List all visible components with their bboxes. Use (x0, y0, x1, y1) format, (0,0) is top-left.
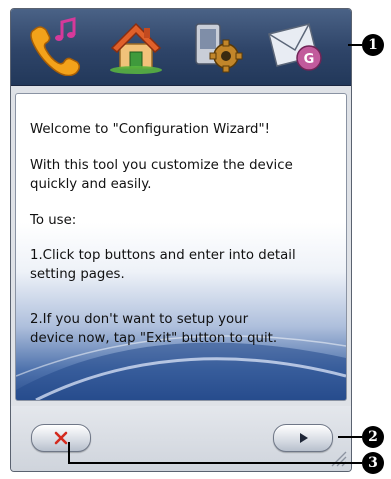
callout-1-leader (348, 44, 362, 46)
callout-1: 1 (362, 34, 384, 56)
step-1-text: 1.Click top buttons and enter into detai… (30, 248, 296, 282)
phone-music-button[interactable] (21, 15, 87, 77)
callout-3: 3 (362, 452, 384, 474)
close-x-icon (54, 431, 68, 445)
home-icon (110, 22, 162, 74)
to-use-label: To use: (30, 213, 77, 228)
phone-music-icon (30, 17, 80, 76)
top-toolbar: G (11, 9, 351, 86)
callout-3-leader-horizontal (68, 462, 362, 464)
callout-2-leader (338, 436, 362, 438)
welcome-heading: Welcome to "Configuration Wizard"! (30, 122, 270, 137)
step-2-text: 2.If you don't want to setup your device… (30, 312, 278, 346)
play-arrow-icon (300, 433, 308, 443)
mail-icon: G (268, 23, 322, 71)
intro-text: With this tool you customize the device … (30, 158, 293, 192)
device-settings-icon (195, 23, 243, 73)
exit-button[interactable] (31, 424, 91, 452)
device-settings-button[interactable] (183, 15, 249, 77)
welcome-text: Welcome to "Configuration Wizard"! With … (30, 120, 340, 365)
svg-text:G: G (304, 52, 315, 67)
wizard-window: G Welcome to "Configuration Wizard"! Wit… (10, 8, 352, 472)
callout-2: 2 (362, 426, 384, 448)
mail-button[interactable]: G (263, 15, 329, 77)
next-button[interactable] (273, 424, 333, 452)
home-button[interactable] (103, 15, 169, 77)
callout-3-leader-vertical (68, 442, 70, 464)
welcome-panel: Welcome to "Configuration Wizard"! With … (15, 93, 347, 401)
resize-grip-icon[interactable] (329, 449, 347, 467)
